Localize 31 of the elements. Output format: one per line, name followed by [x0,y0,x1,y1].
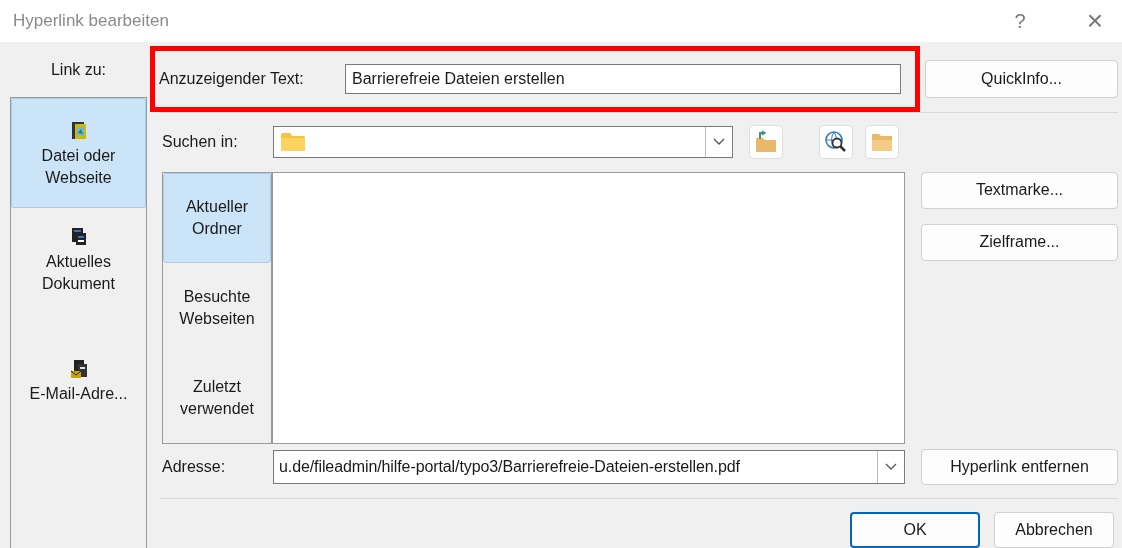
folder-icon [870,131,894,154]
close-button[interactable]: × [1080,5,1110,37]
display-text-label: Anzuzeigender Text: [159,70,305,88]
web-page-icon [70,121,87,141]
remove-link-button[interactable]: Hyperlink entfernen [921,448,1118,485]
folder-button[interactable] [865,125,899,160]
browse-tab[interactable]: Zuletzt verwendet [163,352,271,443]
look-in-dropdown[interactable] [273,126,733,159]
dialog-button[interactable]: Textmarke... [921,171,1118,209]
screentip-button[interactable]: QuickInfo... [925,60,1118,98]
dialog-button[interactable]: Zielframe... [921,223,1118,261]
help-button[interactable]: ? [1010,9,1030,33]
link-to-label: Link zu: [50,60,107,79]
web-search-button[interactable] [819,125,853,160]
folder-arrow-icon [754,130,778,155]
up-folder-button[interactable] [749,125,783,160]
address-label: Adresse: [162,457,227,476]
folder-icon [280,132,306,153]
link-type-item[interactable]: Aktuelles Dokument [11,208,146,338]
document-icon [69,227,88,247]
display-text-field[interactable]: Barrierefreie Dateien erstellen [345,64,901,94]
link-type-item[interactable]: E-Mail-Adre... [11,338,146,449]
email-document-icon [69,359,88,379]
browse-tab[interactable]: Aktueller Ordner [163,172,271,263]
cancel-button[interactable]: Abbrechen [994,512,1114,548]
address-field[interactable]: u.de/fileadmin/hilfe-portal/typo3/Barrierefreie-Dateien-erstellen.pdf [273,449,905,484]
window-title: Hyperlink bearbeiten [13,11,170,31]
look-in-label: Suchen in: [162,133,239,152]
ok-button[interactable]: OK [850,512,980,548]
link-type-item[interactable]: Datei oder Webseite [11,98,146,208]
browse-tab[interactable]: Besuchte Webseiten [163,262,271,353]
